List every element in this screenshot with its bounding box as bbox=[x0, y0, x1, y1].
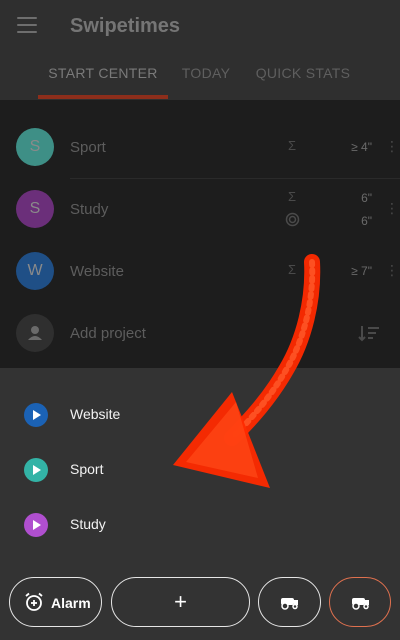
quick-start-study[interactable]: Study bbox=[0, 505, 400, 545]
project-avatar: S bbox=[16, 190, 54, 228]
tab-today[interactable]: TODAY bbox=[172, 58, 240, 100]
person-icon bbox=[16, 314, 54, 352]
app-root: Swipetimes START CENTER TODAY QUICK STAT… bbox=[0, 0, 400, 640]
add-button[interactable]: + bbox=[111, 577, 250, 627]
project-list: S Sport Σ ≥ 4" ⋮ S Study Σ 6" 6" ⋮ W Web… bbox=[0, 100, 400, 368]
quick-start-website[interactable]: Website bbox=[0, 395, 400, 435]
tractor-icon bbox=[281, 598, 298, 610]
play-icon bbox=[24, 403, 48, 427]
project-row-website[interactable]: W Website Σ ≥ 7" ⋮ bbox=[0, 240, 400, 302]
quick-start-sport[interactable]: Sport bbox=[0, 450, 400, 490]
tab-quick-stats[interactable]: QUICK STATS bbox=[250, 58, 356, 100]
project-avatar: S bbox=[16, 128, 54, 166]
project-avatar: W bbox=[16, 252, 54, 290]
target-icon bbox=[285, 212, 300, 227]
app-title: Swipetimes bbox=[70, 15, 181, 37]
alarm-add-icon bbox=[25, 592, 43, 611]
add-project-row[interactable]: Add project bbox=[0, 302, 400, 364]
plus-icon: + bbox=[174, 589, 187, 614]
tab-bar: START CENTER TODAY QUICK STATS bbox=[0, 58, 400, 100]
sum-icon: Σ bbox=[288, 138, 297, 153]
sort-icon[interactable] bbox=[358, 324, 380, 342]
more-vert-icon[interactable]: ⋮ bbox=[385, 200, 399, 217]
play-icon bbox=[24, 458, 48, 482]
tab-start-center[interactable]: START CENTER bbox=[38, 58, 168, 100]
project-row-sport[interactable]: S Sport Σ ≥ 4" ⋮ bbox=[0, 100, 400, 179]
quick-start-label: Website bbox=[70, 406, 121, 422]
project-name: Sport bbox=[70, 139, 106, 156]
quick-start-label: Sport bbox=[70, 461, 104, 477]
quick-start-label: Study bbox=[70, 516, 106, 532]
alarm-label: Alarm bbox=[51, 595, 91, 611]
sum-icon: Σ bbox=[288, 262, 297, 277]
project-target-value: 6" bbox=[361, 214, 372, 228]
more-vert-icon[interactable]: ⋮ bbox=[385, 138, 399, 155]
project-name: Website bbox=[70, 263, 124, 280]
alarm-button[interactable]: Alarm bbox=[9, 577, 102, 627]
drive-mode-accent-button[interactable] bbox=[329, 577, 391, 627]
menu-icon[interactable] bbox=[17, 17, 37, 33]
project-row-study[interactable]: S Study Σ 6" 6" ⋮ bbox=[0, 178, 400, 240]
project-value: ≥ 4" bbox=[351, 140, 372, 154]
drive-mode-button[interactable] bbox=[258, 577, 321, 627]
tractor-icon bbox=[352, 598, 369, 610]
tab-active-indicator bbox=[38, 95, 168, 99]
app-bar: Swipetimes START CENTER TODAY QUICK STAT… bbox=[0, 0, 400, 100]
project-value: ≥ 7" bbox=[351, 264, 372, 278]
project-value: 6" bbox=[361, 191, 372, 205]
project-name: Study bbox=[70, 201, 109, 218]
add-project-label: Add project bbox=[70, 325, 146, 342]
more-vert-icon[interactable]: ⋮ bbox=[385, 262, 399, 279]
sum-icon: Σ bbox=[288, 189, 297, 204]
play-icon bbox=[24, 513, 48, 537]
